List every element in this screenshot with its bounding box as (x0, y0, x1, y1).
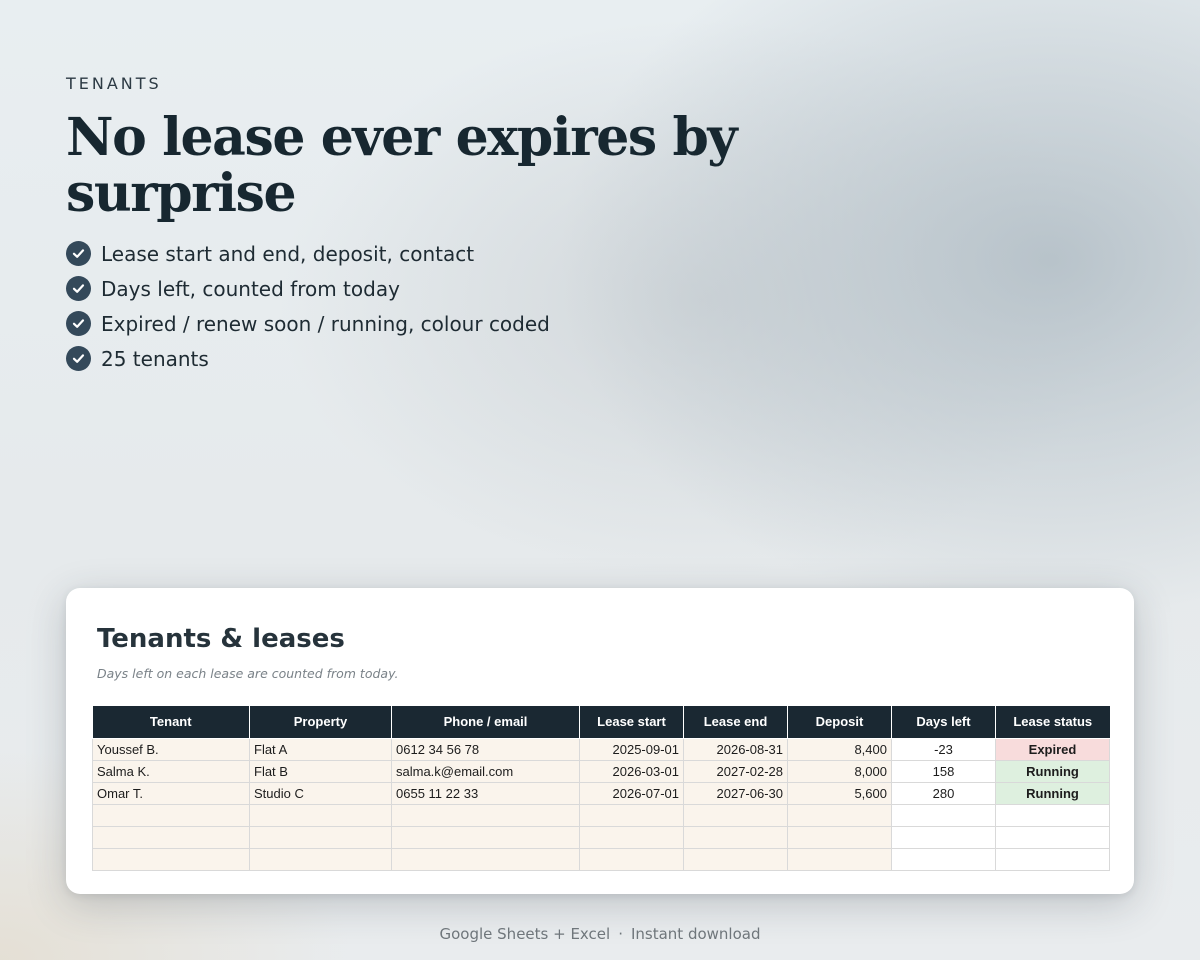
empty-cell[interactable] (995, 847, 1110, 871)
check-circle-icon (66, 241, 91, 266)
cell-contact[interactable]: 0612 34 56 78 (391, 737, 580, 761)
feature-item: 25 tenants (66, 341, 866, 376)
cell-property[interactable]: Flat A (249, 737, 392, 761)
cell-deposit[interactable]: 5,600 (787, 781, 892, 805)
table-row: Youssef B. Flat A 0612 34 56 78 2025-09-… (92, 737, 1110, 761)
check-circle-icon (66, 276, 91, 301)
column-header-lease-start[interactable]: Lease start (579, 706, 684, 739)
column-header-deposit[interactable]: Deposit (787, 706, 892, 739)
check-circle-icon (66, 346, 91, 371)
feature-text: Expired / renew soon / running, colour c… (101, 311, 550, 336)
table-row: Omar T. Studio C 0655 11 22 33 2026-07-0… (92, 781, 1110, 805)
column-header-property[interactable]: Property (249, 706, 392, 739)
empty-cell[interactable] (787, 803, 892, 827)
cell-contact[interactable]: 0655 11 22 33 (391, 781, 580, 805)
feature-text: Days left, counted from today (101, 276, 400, 301)
empty-row (92, 825, 1110, 849)
empty-cell[interactable] (995, 803, 1110, 827)
empty-row (92, 803, 1110, 827)
empty-cell[interactable] (787, 825, 892, 849)
empty-cell[interactable] (579, 847, 684, 871)
cell-lease-end[interactable]: 2027-06-30 (683, 781, 788, 805)
table-row: Salma K. Flat B salma.k@email.com 2026-0… (92, 759, 1110, 783)
cell-deposit[interactable]: 8,000 (787, 759, 892, 783)
column-header-days-left[interactable]: Days left (891, 706, 996, 739)
cell-property[interactable]: Flat B (249, 759, 392, 783)
empty-cell[interactable] (249, 847, 392, 871)
empty-cell[interactable] (391, 825, 580, 849)
empty-cell[interactable] (579, 803, 684, 827)
cell-contact[interactable]: salma.k@email.com (391, 759, 580, 783)
cell-lease-end[interactable]: 2026-08-31 (683, 737, 788, 761)
column-header-lease-status[interactable]: Lease status (995, 706, 1110, 739)
empty-cell[interactable] (391, 803, 580, 827)
feature-item: Lease start and end, deposit, contact (66, 236, 866, 271)
empty-cell[interactable] (995, 825, 1110, 849)
empty-cell[interactable] (92, 825, 250, 849)
footer-platforms: Google Sheets + Excel (439, 925, 611, 943)
empty-cell[interactable] (787, 847, 892, 871)
feature-list: Lease start and end, deposit, contact Da… (66, 236, 866, 376)
empty-cell[interactable] (92, 847, 250, 871)
empty-cell[interactable] (683, 825, 788, 849)
empty-row (92, 847, 1110, 871)
feature-item: Expired / renew soon / running, colour c… (66, 306, 866, 341)
spreadsheet-card: Tenants & leases Days left on each lease… (66, 588, 1134, 894)
cell-lease-start[interactable]: 2026-07-01 (579, 781, 684, 805)
footer-delivery: Instant download (630, 925, 761, 943)
column-header-tenant[interactable]: Tenant (92, 706, 250, 739)
tenants-table: Tenant Property Phone / email Lease star… (92, 706, 1110, 871)
empty-cell[interactable] (249, 825, 392, 849)
cell-status-running[interactable]: Running (995, 781, 1110, 805)
cell-lease-start[interactable]: 2026-03-01 (579, 759, 684, 783)
footer-separator: · (618, 925, 623, 943)
feature-item: Days left, counted from today (66, 271, 866, 306)
empty-cell[interactable] (92, 803, 250, 827)
cell-property[interactable]: Studio C (249, 781, 392, 805)
cell-lease-start[interactable]: 2025-09-01 (579, 737, 684, 761)
feature-text: 25 tenants (101, 346, 209, 371)
cell-days-left[interactable]: 158 (891, 759, 996, 783)
cell-lease-end[interactable]: 2027-02-28 (683, 759, 788, 783)
footer-caption: Google Sheets + Excel · Instant download (0, 925, 1200, 943)
headline: No lease ever expires by surprise (66, 107, 738, 224)
column-header-lease-end[interactable]: Lease end (683, 706, 788, 739)
cell-status-expired[interactable]: Expired (995, 737, 1110, 761)
empty-cell[interactable] (891, 803, 996, 827)
cell-days-left[interactable]: -23 (891, 737, 996, 761)
cell-tenant[interactable]: Salma K. (92, 759, 250, 783)
sheet-subtitle: Days left on each lease are counted from… (97, 666, 399, 681)
sheet-title: Tenants & leases (97, 624, 345, 654)
empty-cell[interactable] (891, 825, 996, 849)
cell-tenant[interactable]: Youssef B. (92, 737, 250, 761)
feature-text: Lease start and end, deposit, contact (101, 241, 475, 266)
eyebrow-label: TENANTS (66, 74, 162, 93)
cell-days-left[interactable]: 280 (891, 781, 996, 805)
check-circle-icon (66, 311, 91, 336)
empty-cell[interactable] (891, 847, 996, 871)
empty-cell[interactable] (683, 847, 788, 871)
empty-cell[interactable] (579, 825, 684, 849)
hero: TENANTS No lease ever expires by surpris… (66, 74, 866, 376)
empty-cell[interactable] (391, 847, 580, 871)
cell-status-running[interactable]: Running (995, 759, 1110, 783)
column-header-contact[interactable]: Phone / email (391, 706, 580, 739)
cell-deposit[interactable]: 8,400 (787, 737, 892, 761)
empty-cell[interactable] (249, 803, 392, 827)
cell-tenant[interactable]: Omar T. (92, 781, 250, 805)
empty-cell[interactable] (683, 803, 788, 827)
table-header-row: Tenant Property Phone / email Lease star… (92, 706, 1110, 739)
